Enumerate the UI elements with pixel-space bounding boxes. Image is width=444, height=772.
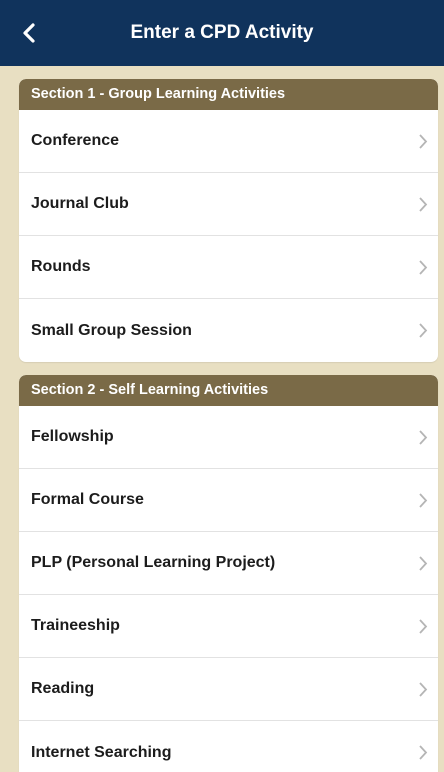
chevron-right-icon xyxy=(418,618,428,635)
list-item-reading[interactable]: Reading xyxy=(19,658,438,721)
list-item-label: PLP (Personal Learning Project) xyxy=(31,554,276,571)
chevron-right-icon xyxy=(418,744,428,761)
list-item-internet-searching[interactable]: Internet Searching xyxy=(19,721,438,772)
chevron-right-icon xyxy=(418,259,428,276)
activity-list[interactable]: Section 1 - Group Learning Activities Co… xyxy=(0,66,444,772)
list-item-journal-club[interactable]: Journal Club xyxy=(19,173,438,236)
chevron-right-icon xyxy=(418,196,428,213)
list-item-label: Formal Course xyxy=(31,491,144,508)
section-header: Section 1 - Group Learning Activities xyxy=(19,79,438,110)
section-self-learning: Section 2 - Self Learning Activities Fel… xyxy=(19,375,438,772)
chevron-right-icon xyxy=(418,681,428,698)
chevron-right-icon xyxy=(418,133,428,150)
list-item-label: Rounds xyxy=(31,258,91,275)
back-button[interactable] xyxy=(14,18,44,48)
chevron-right-icon xyxy=(418,555,428,572)
chevron-right-icon xyxy=(418,429,428,446)
chevron-right-icon xyxy=(418,322,428,339)
list-item-label: Internet Searching xyxy=(31,743,172,761)
list-item-small-group-session[interactable]: Small Group Session xyxy=(19,299,438,362)
list-item-label: Small Group Session xyxy=(31,321,192,339)
list-item-label: Reading xyxy=(31,680,95,697)
list-item-label: Fellowship xyxy=(31,428,114,445)
section-header: Section 2 - Self Learning Activities xyxy=(19,375,438,406)
list-item-conference[interactable]: Conference xyxy=(19,110,438,173)
navbar: Enter a CPD Activity xyxy=(0,0,444,66)
section-group-learning: Section 1 - Group Learning Activities Co… xyxy=(19,79,438,362)
list-item-formal-course[interactable]: Formal Course xyxy=(19,469,438,532)
list-item-plp[interactable]: PLP (Personal Learning Project) xyxy=(19,532,438,595)
list-item-traineeship[interactable]: Traineeship xyxy=(19,595,438,658)
list-item-fellowship[interactable]: Fellowship xyxy=(19,406,438,469)
chevron-right-icon xyxy=(418,492,428,509)
list-item-rounds[interactable]: Rounds xyxy=(19,236,438,299)
page-title: Enter a CPD Activity xyxy=(130,22,314,43)
list-item-label: Conference xyxy=(31,132,120,149)
list-item-label: Traineeship xyxy=(31,617,120,634)
chevron-left-icon xyxy=(23,23,35,43)
list-item-label: Journal Club xyxy=(31,195,129,212)
